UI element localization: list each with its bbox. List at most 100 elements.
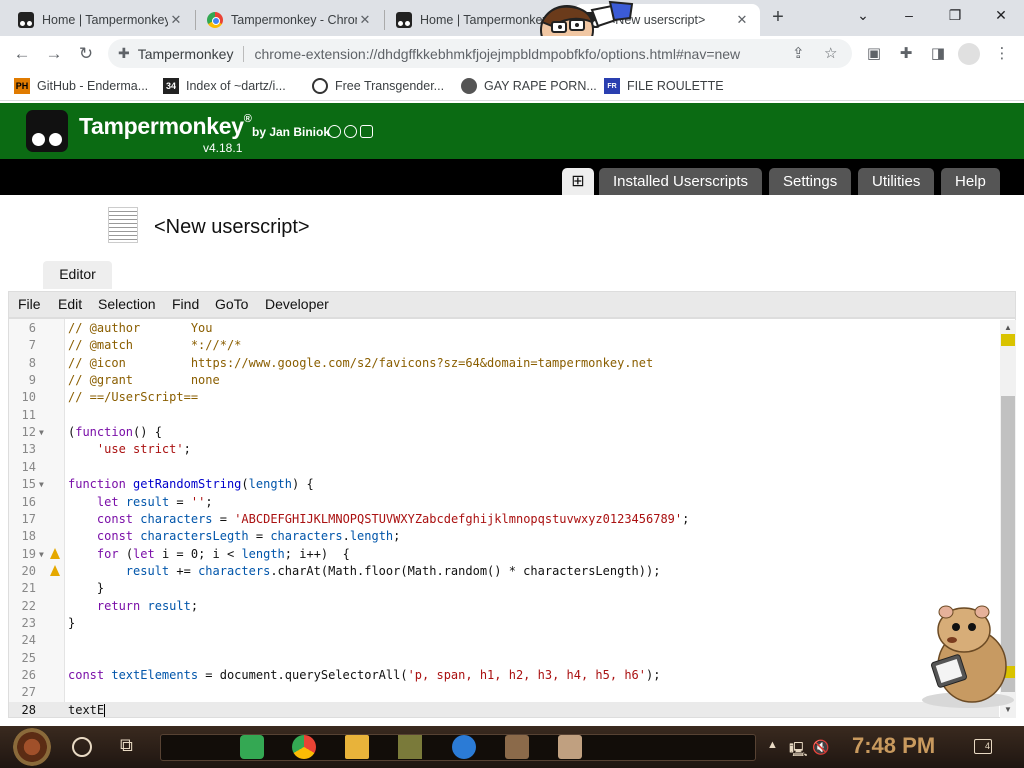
code-line-10[interactable]: 10 // ==/UserScript== <box>9 389 999 406</box>
bookmark-index[interactable]: 34 Index of ~dartz/i... <box>163 77 286 95</box>
code-text[interactable]: } <box>68 615 75 632</box>
taskbar-clock[interactable]: 7:48 PM <box>852 733 935 759</box>
code-line-25[interactable]: 25 <box>9 650 999 667</box>
file-explorer-icon[interactable] <box>345 735 369 759</box>
bookmark-free[interactable]: Free Transgender... <box>312 77 444 95</box>
menu-goto[interactable]: GoTo <box>215 296 248 312</box>
close-icon[interactable]: ✕ <box>357 12 373 28</box>
code-text[interactable]: (function() { <box>68 424 162 441</box>
code-text[interactable]: let result = ''; <box>68 494 213 511</box>
github-icon[interactable] <box>328 125 341 138</box>
code-line-21[interactable]: 21 } <box>9 580 999 597</box>
code-line-23[interactable]: 23} <box>9 615 999 632</box>
code-text[interactable]: const textElements = document.querySelec… <box>68 667 660 684</box>
bookmark-github[interactable]: PH GitHub - Enderma... <box>14 77 148 95</box>
url-text[interactable]: chrome-extension://dhdgffkkebhmkfjojejmp… <box>254 46 774 62</box>
restore-button[interactable]: ❐ <box>932 0 978 32</box>
code-line-7[interactable]: 7 // @match *://*/* <box>9 337 999 354</box>
start-button-icon[interactable] <box>13 728 51 766</box>
code-text[interactable]: const characters = 'ABCDEFGHIJKLMNOPQSTU… <box>68 511 689 528</box>
minimize-button[interactable]: – <box>886 0 932 32</box>
code-line-18[interactable]: 18 const charactersLegth = characters.le… <box>9 528 999 545</box>
code-line-28[interactable]: 28 textE <box>9 701 999 717</box>
task-view-icon[interactable]: ⧉ <box>120 735 144 759</box>
browser-tab-home-1[interactable]: Home | Tampermonkey ✕ <box>8 4 194 36</box>
code-line-11[interactable]: 11 <box>9 407 999 424</box>
code-line-15[interactable]: 15 ▼ function getRandomString(length) { <box>9 476 999 493</box>
code-text[interactable]: return result; <box>68 598 198 615</box>
tab-help[interactable]: Help <box>941 168 1000 195</box>
code-line-6[interactable]: 6 // @author You <box>9 320 999 337</box>
warning-icon[interactable] <box>50 564 60 576</box>
warning-icon[interactable] <box>50 547 60 559</box>
code-line-14[interactable]: 14 <box>9 459 999 476</box>
fold-arrow-icon[interactable]: ▼ <box>39 476 44 493</box>
instagram-icon[interactable] <box>360 125 373 138</box>
menu-developer[interactable]: Developer <box>265 296 329 312</box>
code-text[interactable]: textE <box>68 702 106 717</box>
menu-selection[interactable]: Selection <box>98 296 156 312</box>
code-line-17[interactable]: 17 const characters = 'ABCDEFGHIJKLMNOPQ… <box>9 511 999 528</box>
more-menu-icon[interactable]: ⋮ <box>991 44 1013 64</box>
network-tray-icon[interactable]: 🖳 <box>789 739 808 763</box>
code-text[interactable]: } <box>68 580 104 597</box>
close-icon[interactable]: ✕ <box>734 12 750 28</box>
profile-avatar-icon[interactable] <box>958 43 980 65</box>
fold-arrow-icon[interactable]: ▼ <box>39 546 44 563</box>
character-app-icon[interactable] <box>558 735 582 759</box>
new-tab-button[interactable]: + <box>766 6 790 30</box>
code-line-22[interactable]: 22 return result; <box>9 598 999 615</box>
code-text[interactable]: result += characters.charAt(Math.floor(M… <box>68 563 661 580</box>
reload-icon[interactable]: ↻ <box>72 40 100 68</box>
code-text[interactable]: 'use strict'; <box>68 441 191 458</box>
browser-tab-webstore[interactable]: Tampermonkey - Chrome Web Store ✕ <box>197 4 383 36</box>
code-text[interactable]: // @match *://*/* <box>68 337 241 354</box>
code-line-20[interactable]: 20 result += characters.charAt(Math.floo… <box>9 563 999 580</box>
code-line-27[interactable]: 27 <box>9 684 999 701</box>
code-line-16[interactable]: 16 let result = ''; <box>9 494 999 511</box>
code-line-12[interactable]: 12 ▼ (function() { <box>9 424 999 441</box>
scroll-up-arrow-icon[interactable]: ▲ <box>1004 323 1012 332</box>
media-app-icon[interactable] <box>398 735 422 759</box>
code-text[interactable]: const charactersLegth = characters.lengt… <box>68 528 401 545</box>
facebook-icon[interactable] <box>344 125 357 138</box>
bookmark-globe[interactable]: GAY RAPE PORN... <box>461 77 597 95</box>
bookmark-star-icon[interactable]: ☆ <box>824 44 837 62</box>
back-arrow-icon[interactable]: ← <box>8 40 36 68</box>
share-icon[interactable]: ⇪ <box>792 44 805 62</box>
google-keep-icon[interactable] <box>240 735 264 759</box>
fold-arrow-icon[interactable]: ▼ <box>39 424 44 441</box>
code-text[interactable]: // ==/UserScript== <box>68 389 198 406</box>
menu-edit[interactable]: Edit <box>58 296 82 312</box>
tab-editor[interactable]: Editor <box>43 261 112 289</box>
close-icon[interactable]: ✕ <box>168 12 184 28</box>
side-panel-icon[interactable]: ◨ <box>927 44 949 64</box>
code-line-19[interactable]: 19 ▼ for (let i = 0; i < length; i++) { <box>9 546 999 563</box>
tab-settings[interactable]: Settings <box>769 168 852 195</box>
new-script-tab[interactable]: ⊞ <box>562 168 594 195</box>
code-text[interactable]: // @author You <box>68 320 213 337</box>
chrome-icon[interactable] <box>292 735 316 759</box>
tab-search-button[interactable]: ⌄ <box>840 0 886 32</box>
tray-expand-icon[interactable]: ▲ <box>767 739 778 751</box>
game-app-icon[interactable] <box>505 735 529 759</box>
code-text[interactable]: function getRandomString(length) { <box>68 476 314 493</box>
network-app-icon[interactable] <box>452 735 476 759</box>
notification-center-icon[interactable]: 4 <box>974 739 992 754</box>
code-line-13[interactable]: 13 'use strict'; <box>9 441 999 458</box>
menu-file[interactable]: File <box>18 296 41 312</box>
tab-installed-userscripts[interactable]: Installed Userscripts <box>599 168 763 195</box>
forward-arrow-icon[interactable]: → <box>40 40 68 68</box>
code-line-24[interactable]: 24 <box>9 632 999 649</box>
code-line-9[interactable]: 9 // @grant none <box>9 372 999 389</box>
window-close-button[interactable]: ✕ <box>978 0 1024 32</box>
code-text[interactable]: // @icon https://www.google.com/s2/favic… <box>68 355 653 372</box>
address-bar[interactable]: ✚ Tampermonkey chrome-extension://dhdgff… <box>108 39 852 68</box>
tab-utilities[interactable]: Utilities <box>858 168 935 195</box>
code-editor[interactable]: 6 // @author You 7 // @match *://*/* 8 // @ic… <box>8 318 1016 718</box>
extensions-icon[interactable]: ✚ <box>895 44 917 64</box>
tab-group-icon[interactable]: ▣ <box>863 44 885 64</box>
code-text[interactable]: for (let i = 0; i < length; i++) { <box>68 546 350 563</box>
menu-find[interactable]: Find <box>172 296 199 312</box>
code-line-26[interactable]: 26 const textElements = document.querySel… <box>9 667 999 684</box>
